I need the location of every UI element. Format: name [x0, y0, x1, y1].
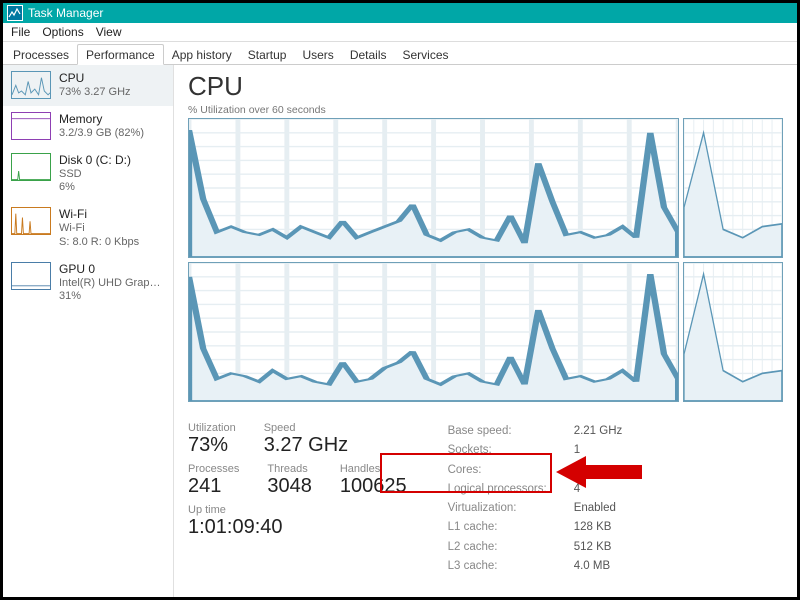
tab-details[interactable]: Details [342, 45, 395, 64]
spec-base-speed-label: Base speed: [447, 422, 573, 441]
tab-processes[interactable]: Processes [5, 45, 77, 64]
spec-cores-label: Cores: [447, 461, 573, 480]
spec-l1-value: 128 KB [573, 518, 624, 537]
threads-label: Threads [267, 463, 312, 475]
speed-value: 3.27 GHz [264, 434, 348, 457]
wifi-thumb-icon [11, 207, 51, 235]
handles-label: Handles [340, 463, 407, 475]
cpu-chart-1 [188, 118, 679, 258]
sidebar-item-gpu[interactable]: GPU 0 Intel(R) UHD Graphic… 31% [3, 256, 173, 311]
cpu-chart-4 [683, 262, 783, 402]
page-title: CPU [188, 71, 783, 102]
processes-value: 241 [188, 475, 239, 498]
tab-startup[interactable]: Startup [240, 45, 295, 64]
spec-l2-label: L2 cache: [447, 538, 573, 557]
sidebar-item-disk[interactable]: Disk 0 (C: D:) SSD 6% [3, 147, 173, 202]
spec-logical-label: Logical processors: [447, 480, 573, 499]
spec-virtualization-value: Enabled [573, 499, 624, 518]
app-icon [7, 5, 23, 21]
title-bar: Task Manager [3, 3, 797, 23]
tab-users[interactable]: Users [294, 45, 341, 64]
spec-l3-value: 4.0 MB [573, 557, 624, 576]
sidebar-item-label: Memory [59, 112, 144, 127]
spec-l2-value: 512 KB [573, 538, 624, 557]
tab-services[interactable]: Services [395, 45, 457, 64]
sidebar-item-sub: 3.2/3.9 GB (82%) [59, 127, 144, 141]
gpu-thumb-icon [11, 262, 51, 290]
speed-label: Speed [264, 422, 348, 434]
chart-caption: % Utilization over 60 seconds [188, 104, 783, 116]
tabs-bar: Processes Performance App history Startu… [3, 42, 797, 65]
cpu-chart-2 [683, 118, 783, 258]
sidebar-item-memory[interactable]: Memory 3.2/3.9 GB (82%) [3, 106, 173, 147]
spec-l1-label: L1 cache: [447, 518, 573, 537]
sidebar-item-sub: 73% 3.27 GHz [59, 86, 131, 100]
sidebar-item-sub2: S: 8.0 R: 0 Kbps [59, 236, 139, 250]
handles-value: 100625 [340, 475, 407, 498]
sidebar-item-label: CPU [59, 71, 131, 86]
sidebar-item-sub: Wi-Fi [59, 222, 139, 236]
sidebar-item-sub: SSD [59, 168, 131, 182]
menu-bar: File Options View [3, 23, 797, 42]
window-title: Task Manager [28, 6, 103, 20]
memory-thumb-icon [11, 112, 51, 140]
sidebar-item-sub2: 31% [59, 290, 165, 304]
spec-l3-label: L3 cache: [447, 557, 573, 576]
arrow-annotation [556, 452, 646, 495]
utilization-value: 73% [188, 434, 236, 457]
spec-sockets-label: Sockets: [447, 441, 573, 460]
sidebar-item-label: Wi-Fi [59, 207, 139, 222]
sidebar-item-label: Disk 0 (C: D:) [59, 153, 131, 168]
sidebar-item-cpu[interactable]: CPU 73% 3.27 GHz [3, 65, 173, 106]
spec-base-speed-value: 2.21 GHz [573, 422, 624, 441]
uptime-label: Up time [188, 504, 407, 516]
sidebar-item-sub2: 6% [59, 181, 131, 195]
cpu-thumb-icon [11, 71, 51, 99]
disk-thumb-icon [11, 153, 51, 181]
tab-app-history[interactable]: App history [164, 45, 240, 64]
sidebar-item-label: GPU 0 [59, 262, 165, 277]
uptime-value: 1:01:09:40 [188, 516, 407, 539]
sidebar-item-wifi[interactable]: Wi-Fi Wi-Fi S: 8.0 R: 0 Kbps [3, 201, 173, 256]
cpu-spec-table: Base speed:2.21 GHz Sockets:1 Cores:2 Lo… [447, 422, 624, 576]
menu-options[interactable]: Options [36, 25, 89, 39]
cpu-chart-3 [188, 262, 679, 402]
utilization-label: Utilization [188, 422, 236, 434]
spec-virtualization-label: Virtualization: [447, 499, 573, 518]
sidebar: CPU 73% 3.27 GHz Memory 3.2/3.9 GB (82%) [3, 65, 174, 599]
main-panel: CPU % Utilization over 60 seconds Uti [174, 65, 797, 599]
threads-value: 3048 [267, 475, 312, 498]
menu-file[interactable]: File [5, 25, 36, 39]
processes-label: Processes [188, 463, 239, 475]
cpu-charts [188, 118, 783, 406]
sidebar-item-sub: Intel(R) UHD Graphic… [59, 277, 165, 291]
tab-performance[interactable]: Performance [77, 44, 164, 65]
menu-view[interactable]: View [90, 25, 128, 39]
cpu-stats: Utilization 73% Speed 3.27 GHz Processes… [188, 422, 783, 576]
